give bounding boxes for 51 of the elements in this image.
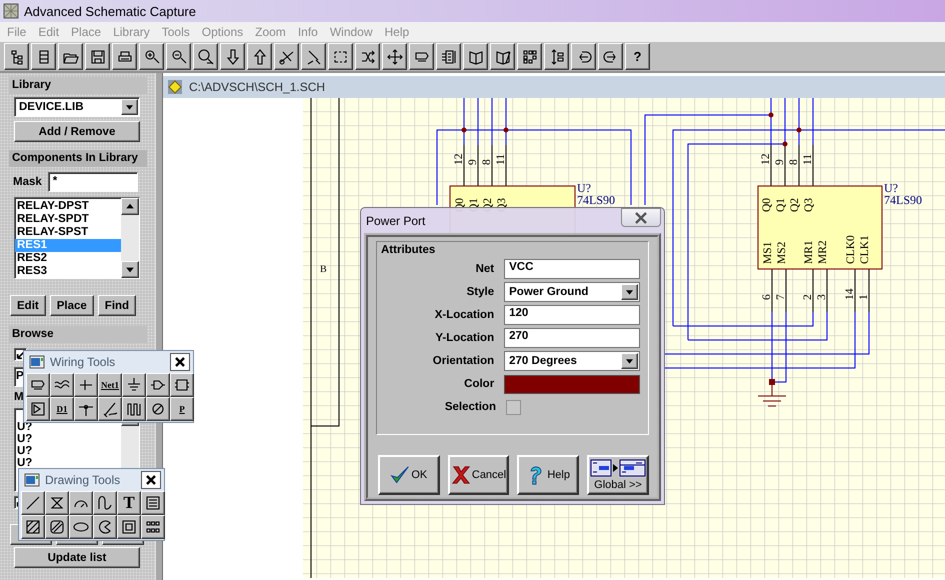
field-label: Orientation	[432, 355, 494, 367]
pin-number: 9	[467, 159, 479, 165]
field-label: Selection	[444, 401, 496, 413]
pin-name: Q3	[803, 198, 815, 212]
field-label: Color	[463, 378, 494, 390]
pin-name: Q3	[496, 198, 508, 212]
pin-name: MS2	[776, 242, 788, 264]
document-title: C:\ADVSCH\SCH_1.SCH	[189, 80, 326, 94]
pin-number: 14	[844, 288, 856, 300]
pin-number: 9	[774, 159, 786, 165]
part-value: 74LS90	[884, 193, 922, 207]
palette-title: Drawing Tools	[45, 473, 122, 487]
pin-number: 8	[788, 159, 800, 165]
pin-name: CLK0	[845, 235, 857, 264]
window-title: Advanced Schematic Capture	[24, 4, 196, 18]
pin-number: 8	[481, 159, 493, 165]
section-heading: Browse	[9, 326, 147, 343]
pin-number: 2	[802, 294, 814, 300]
zone-label: B	[320, 264, 327, 275]
pin-name: MS1	[762, 242, 774, 264]
dialog-title: Power Port	[365, 214, 426, 228]
pin-number: 3	[816, 294, 828, 300]
pin-number: 11	[802, 154, 814, 165]
pin-number: 7	[775, 294, 787, 300]
pin-name: CLK1	[859, 235, 871, 264]
pin-name: Q0	[454, 198, 466, 212]
pin-name: Q0	[761, 198, 773, 212]
pin-number: 12	[760, 154, 772, 165]
part-designator: U?	[577, 181, 591, 195]
section-heading: Library	[9, 77, 147, 94]
field-label: X-Location	[434, 309, 494, 321]
palette-title: Wiring Tools	[50, 355, 116, 369]
pin-number: 1	[858, 294, 870, 300]
pin-name: MR1	[803, 240, 815, 264]
mask-label: Mask	[13, 176, 42, 188]
part-designator: U?	[884, 181, 898, 195]
field-label: Style	[466, 286, 494, 298]
mask-label: M	[14, 391, 24, 404]
field-label: Y-Location	[434, 332, 494, 344]
group-heading: Attributes	[381, 244, 436, 256]
pin-name: Q1	[468, 198, 480, 212]
pin-name: Q2	[482, 198, 494, 212]
pin-number: 6	[761, 294, 773, 300]
pin-number: 11	[495, 154, 507, 165]
pin-number: 12	[453, 154, 465, 165]
section-heading: Components In Library	[9, 150, 147, 167]
field-label: Net	[474, 263, 494, 275]
pin-name: MR2	[817, 240, 829, 264]
pin-name: Q2	[789, 198, 801, 212]
pin-name: Q1	[775, 198, 787, 212]
part-value: 74LS90	[577, 193, 616, 207]
